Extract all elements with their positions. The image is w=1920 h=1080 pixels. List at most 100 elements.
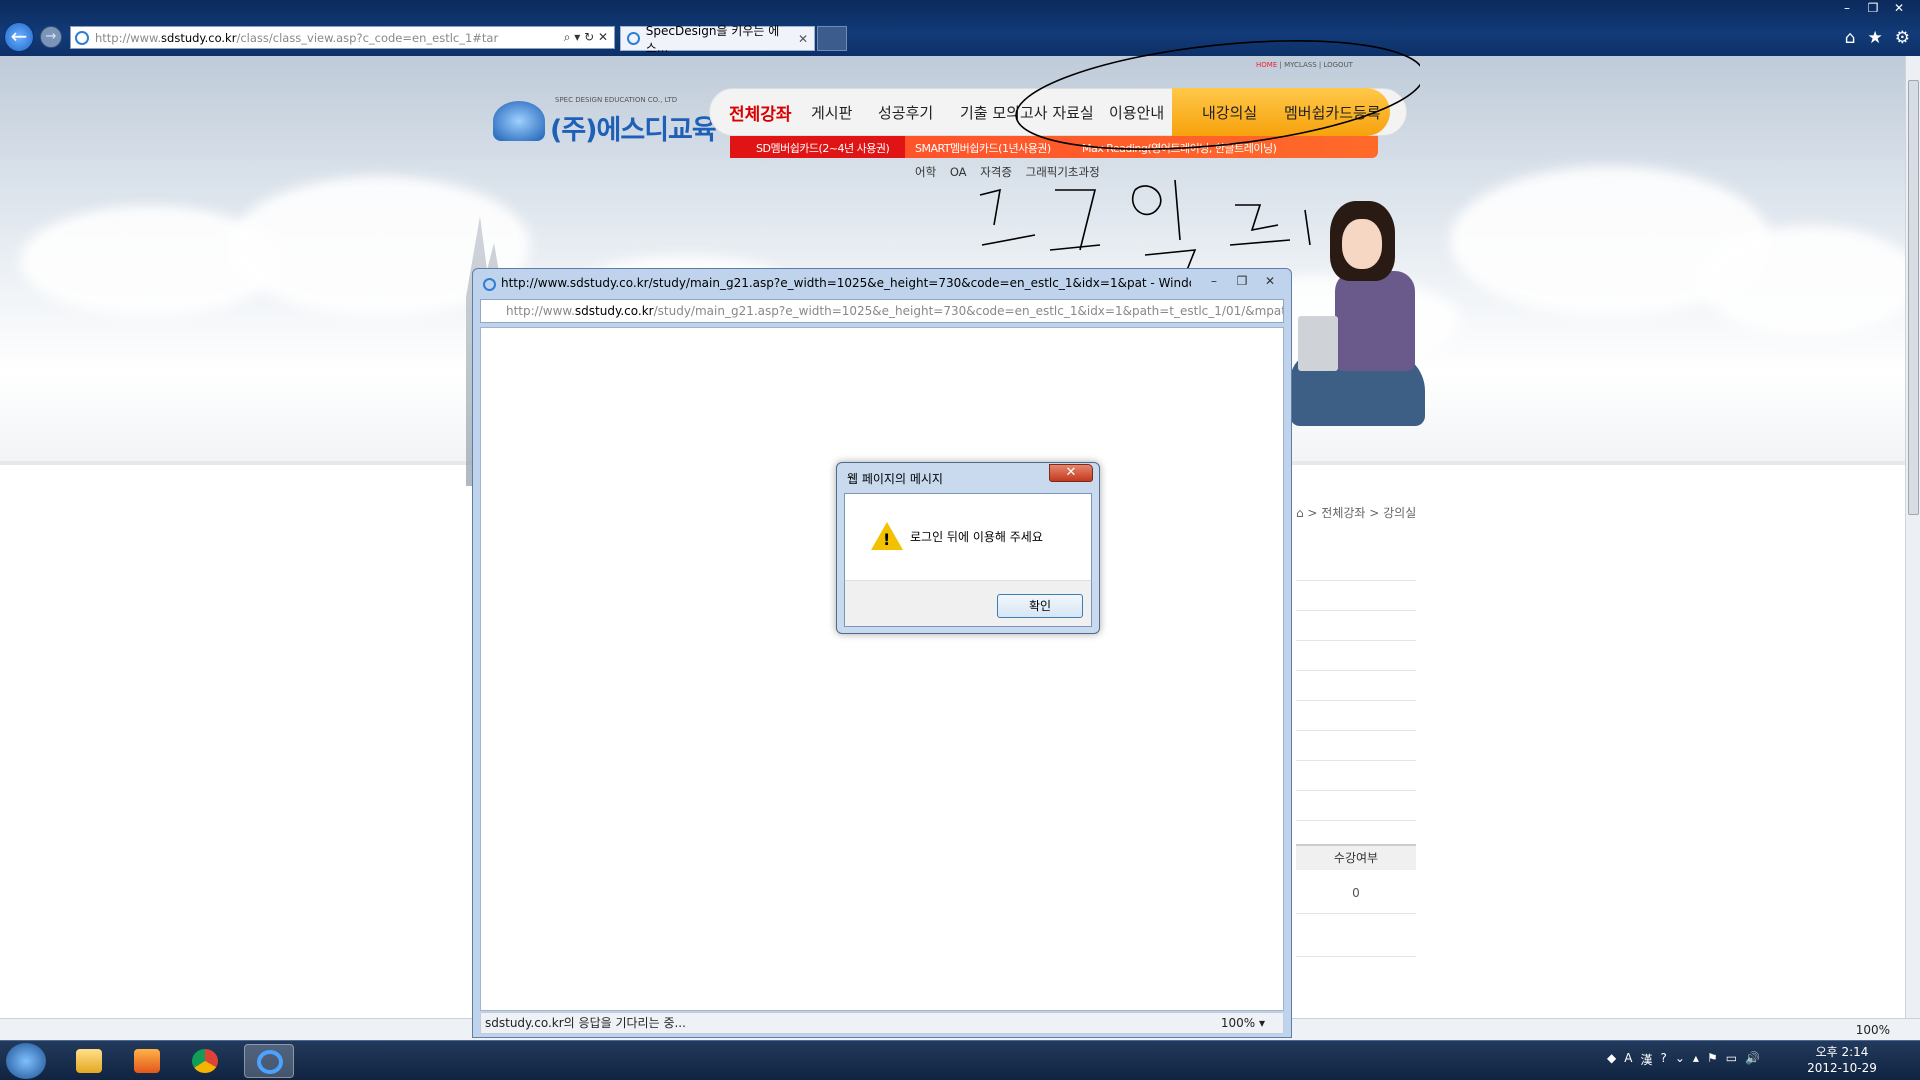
top-link-logout[interactable]: LOGOUT xyxy=(1323,61,1353,69)
media-player-icon xyxy=(134,1049,160,1073)
popup-zoom-value: 100% xyxy=(1220,1016,1256,1030)
category-certificate[interactable]: 자격증 xyxy=(980,165,1012,179)
category-graphics[interactable]: 그래픽기초과정 xyxy=(1026,165,1100,179)
close-button[interactable]: ✕ xyxy=(1886,0,1912,16)
table-divider xyxy=(1296,956,1416,957)
popup-window-controls: – ❐ ✕ xyxy=(1201,272,1283,290)
browser-tab[interactable]: SpecDesign을 키우는 에스... ✕ xyxy=(620,24,815,55)
nav-item-membership-card[interactable]: 멤버쉽카드등록 xyxy=(1284,102,1381,123)
nav-item-reviews[interactable]: 성공후기 xyxy=(878,102,933,123)
warning-icon-mark: ! xyxy=(883,530,891,549)
top-links: HOME | MYCLASS | LOGOUT xyxy=(1256,61,1353,69)
start-button[interactable] xyxy=(6,1043,46,1079)
tray-ime-options-icon[interactable]: ⌄ xyxy=(1675,1051,1685,1068)
popup-zoom[interactable]: 100% ▾ xyxy=(1221,1013,1265,1033)
popup-address-host: sdstudy.co.kr xyxy=(574,304,654,318)
top-link-separator: | xyxy=(1279,61,1282,69)
alert-message: 로그인 뒤에 이용해 주세요 xyxy=(910,530,1043,544)
folder-icon xyxy=(76,1049,102,1073)
category-language[interactable]: 어학 xyxy=(915,165,936,179)
sub-nav-bar: SD멤버쉽카드(2~4년 사용권) SMART멤버쉽카드(1년사용권) Max … xyxy=(730,136,1378,158)
table-cell-enrollment: 0 xyxy=(1296,872,1416,914)
address-prefix: http://www. xyxy=(95,30,162,45)
popup-close-button[interactable]: ✕ xyxy=(1257,272,1283,290)
ie-page-icon xyxy=(75,30,89,45)
tray-show-hidden-icon[interactable]: ▴ xyxy=(1693,1051,1699,1068)
nav-item-all-courses[interactable]: 전체강좌 xyxy=(729,100,792,125)
nav-item-guide[interactable]: 이용안내 xyxy=(1109,102,1164,123)
logo-subtitle: SPEC DESIGN EDUCATION CO., LTD xyxy=(555,96,678,104)
clock-time: 오후 2:14 xyxy=(1815,1045,1869,1059)
category-links: 어학 OA 자격증 그래픽기초과정 xyxy=(915,164,1110,180)
new-tab-button[interactable] xyxy=(817,26,847,51)
logo-globe-icon xyxy=(493,101,545,141)
tray-volume-icon[interactable]: 🔊 xyxy=(1745,1051,1760,1068)
popup-address-bar[interactable]: http://www.sdstudy.co.kr/study/main_g21.… xyxy=(480,299,1284,323)
top-link-home[interactable]: HOME xyxy=(1256,61,1277,69)
alert-body: ! 로그인 뒤에 이용해 주세요 확인 xyxy=(844,493,1092,627)
tools-gear-icon[interactable]: ⚙ xyxy=(1895,28,1910,48)
address-tools[interactable]: ⌕ ▾ ↻ ✕ xyxy=(564,30,614,45)
tray-help-icon[interactable]: ? xyxy=(1660,1051,1666,1068)
nav-item-my-classroom[interactable]: 내강의실 xyxy=(1202,102,1257,123)
category-oa[interactable]: OA xyxy=(950,165,967,179)
popup-zoom-dropdown-icon[interactable]: ▾ xyxy=(1259,1016,1265,1030)
popup-minimize-button[interactable]: – xyxy=(1201,272,1227,290)
address-host: sdstudy.co.kr xyxy=(161,30,237,45)
logo-name: (주)에스디교육 xyxy=(550,115,717,146)
table-header-enrollment: 수강여부 xyxy=(1296,844,1416,870)
nav-item-board[interactable]: 게시판 xyxy=(811,102,852,123)
course-list-lines xyxy=(1296,551,1416,821)
home-icon[interactable]: ⌂ xyxy=(1845,28,1856,48)
site-logo[interactable]: SPEC DESIGN EDUCATION CO., LTD (주)에스디교육 xyxy=(493,96,717,146)
sub-nav-item-sd-card[interactable]: SD멤버쉽카드(2~4년 사용권) xyxy=(756,140,890,156)
chrome-icon xyxy=(192,1049,218,1073)
popup-status-text: sdstudy.co.kr의 응답을 기다리는 중... xyxy=(485,1016,686,1030)
tab-title: SpecDesign을 키우는 에스... xyxy=(645,23,780,55)
page-scrollbar[interactable] xyxy=(1905,56,1920,1018)
top-link-separator: | xyxy=(1318,61,1322,69)
nav-item-exam-archive[interactable]: 기출 모의고사 자료실 xyxy=(960,102,1094,123)
window-controls: – ❐ ✕ xyxy=(1834,0,1912,16)
alert-footer: 확인 xyxy=(845,580,1091,626)
popup-title: http://www.sdstudy.co.kr/study/main_g21.… xyxy=(501,276,1191,290)
sub-nav-item-max-reading[interactable]: Max Reading(영어트레이닝, 한글트레이닝) xyxy=(1082,140,1277,156)
popup-status-bar: sdstudy.co.kr의 응답을 기다리는 중... 100% ▾ xyxy=(480,1012,1284,1034)
popup-address-prefix: http://www. xyxy=(506,304,575,318)
tray-action-center-icon[interactable]: ⚑ xyxy=(1707,1051,1718,1068)
restore-button[interactable]: ❐ xyxy=(1860,0,1886,16)
top-link-myclass[interactable]: MYCLASS xyxy=(1284,61,1317,69)
system-tray: ◆ A 漢 ? ⌄ ▴ ⚑ ▭ 🔊 xyxy=(1607,1051,1760,1068)
minimize-button[interactable]: – xyxy=(1834,0,1860,16)
taskbar-clock[interactable]: 오후 2:14 2012-10-29 xyxy=(1792,1044,1892,1076)
tray-ime-mode-icon[interactable]: A xyxy=(1624,1051,1632,1068)
model-photo xyxy=(1290,201,1430,431)
tray-security-icon[interactable]: ◆ xyxy=(1607,1051,1616,1068)
taskbar-media-player[interactable] xyxy=(122,1044,172,1078)
address-bar[interactable]: http://www. sdstudy.co.kr/class/class_vie… xyxy=(70,26,615,49)
popup-restore-button[interactable]: ❐ xyxy=(1229,272,1255,290)
popup-address-path: /study/main_g21.asp?e_width=1025&e_heigh… xyxy=(653,304,1283,318)
main-zoom-level[interactable]: 100% xyxy=(1856,1023,1890,1037)
toolbar-icons: ⌂ ★ ⚙ xyxy=(1845,28,1910,48)
taskbar-internet-explorer[interactable] xyxy=(244,1044,294,1078)
tray-network-icon[interactable]: ▭ xyxy=(1726,1051,1737,1068)
favorites-star-icon[interactable]: ★ xyxy=(1868,28,1883,48)
main-nav-items: 전체강좌 게시판 성공후기 기출 모의고사 자료실 이용안내 내강의실 멤버쉽카… xyxy=(709,88,1407,136)
back-button[interactable]: ← xyxy=(4,22,34,52)
alert-close-button[interactable]: ✕ xyxy=(1049,464,1093,482)
forward-button[interactable]: → xyxy=(40,26,62,48)
address-path: /class/class_view.asp?c_code=en_estlc_1#… xyxy=(236,30,499,45)
tray-hanja-icon[interactable]: 漢 xyxy=(1640,1051,1652,1068)
sub-nav-item-smart-card[interactable]: SMART멤버쉽카드(1년사용권) xyxy=(915,140,1051,156)
popup-content-area xyxy=(480,327,1284,1011)
popup-ie-icon xyxy=(483,278,496,291)
browser-titlebar: – ❐ ✕ ← → http://www. sdstudy.co.kr/class… xyxy=(0,0,1920,56)
scrollbar-thumb[interactable] xyxy=(1908,80,1919,515)
tab-close-icon[interactable]: ✕ xyxy=(798,32,808,46)
internet-explorer-icon xyxy=(257,1050,283,1074)
ok-button[interactable]: 확인 xyxy=(997,594,1083,618)
taskbar-explorer[interactable] xyxy=(64,1044,114,1078)
breadcrumb: ⌂ > 전체강좌 > 강의실 xyxy=(1296,506,1417,520)
taskbar-chrome[interactable] xyxy=(180,1044,230,1078)
